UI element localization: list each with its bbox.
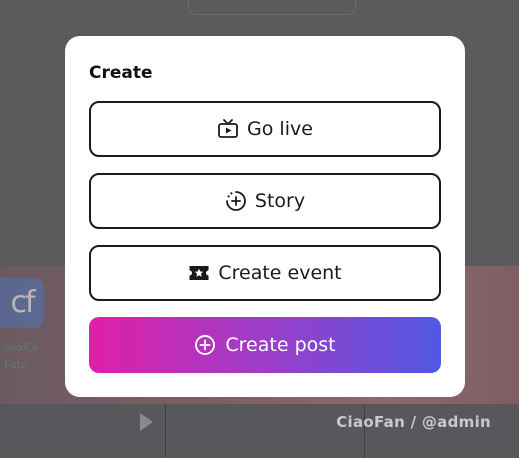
live-tv-icon xyxy=(217,118,239,140)
background-meta-line: SexCa xyxy=(4,341,39,354)
background-meta-line: Foto xyxy=(4,358,28,371)
create-post-label: Create post xyxy=(225,334,336,356)
story-button[interactable]: Story xyxy=(89,173,441,229)
create-event-label: Create event xyxy=(218,262,342,284)
background-logo: cf xyxy=(0,278,44,328)
background-thumbnail xyxy=(166,404,365,458)
create-post-button[interactable]: Create post xyxy=(89,317,441,373)
create-dialog: Create Go live Story Create event Create… xyxy=(65,36,465,397)
plus-circle-icon xyxy=(194,334,216,356)
ticket-icon xyxy=(188,262,210,284)
go-live-button[interactable]: Go live xyxy=(89,101,441,157)
play-icon xyxy=(140,413,153,431)
create-event-button[interactable]: Create event xyxy=(89,245,441,301)
story-label: Story xyxy=(254,190,306,212)
go-live-label: Go live xyxy=(247,118,313,140)
story-add-icon xyxy=(225,190,247,212)
watermark: CiaoFan / @admin xyxy=(336,413,491,431)
dialog-title: Create xyxy=(89,63,153,83)
background-header-box xyxy=(188,0,356,15)
